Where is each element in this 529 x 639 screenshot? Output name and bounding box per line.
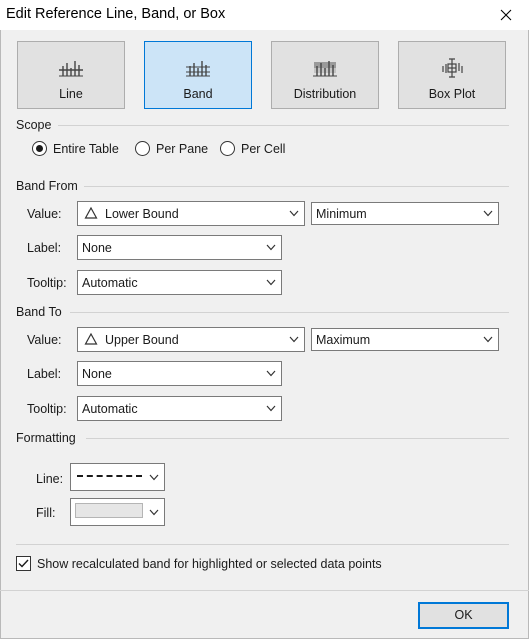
chevron-down-icon	[149, 474, 159, 481]
chevron-down-icon	[266, 244, 276, 251]
reference-distribution-icon	[313, 61, 337, 77]
band-type-label: Band	[183, 87, 213, 101]
distribution-type-button[interactable]: Distribution	[271, 41, 379, 109]
reference-band-icon	[186, 61, 210, 77]
band-to-tooltip-label: Tooltip:	[27, 402, 67, 416]
formatting-divider	[86, 438, 509, 439]
close-button[interactable]	[483, 0, 529, 30]
distribution-type-label: Distribution	[293, 87, 357, 101]
ok-button[interactable]: OK	[418, 602, 509, 629]
chevron-down-icon	[149, 509, 159, 516]
checkbox-divider	[16, 544, 509, 545]
line-type-label: Line	[59, 87, 83, 101]
band-to-heading: Band To	[16, 305, 62, 319]
band-from-tooltip-label: Tooltip:	[27, 276, 67, 290]
parameter-delta-icon	[84, 206, 98, 219]
scope-per-cell-label: Per Cell	[241, 141, 286, 156]
band-from-value-label: Value:	[27, 207, 62, 221]
scope-entire-table-label: Entire Table	[53, 141, 119, 156]
band-to-divider	[70, 312, 509, 313]
checkmark-icon	[18, 559, 29, 568]
band-to-tooltip-text: Automatic	[82, 402, 138, 416]
band-to-label-select[interactable]: None	[77, 361, 282, 386]
band-to-value-select[interactable]: Upper Bound	[77, 327, 305, 352]
band-to-value-text: Upper Bound	[105, 333, 179, 347]
band-from-tooltip-text: Automatic	[82, 276, 138, 290]
band-to-tooltip-select[interactable]: Automatic	[77, 396, 282, 421]
band-from-value-text: Lower Bound	[105, 207, 179, 221]
line-style-label: Line:	[36, 472, 64, 486]
scope-per-cell-radio[interactable]: Per Cell	[220, 141, 285, 156]
chevron-down-icon	[289, 336, 299, 343]
band-to-label-label: Label:	[27, 367, 62, 381]
band-from-aggregation-text: Minimum	[316, 207, 367, 221]
window-title: Edit Reference Line, Band, or Box	[6, 6, 226, 22]
band-to-label-text: None	[82, 367, 112, 381]
band-type-button[interactable]: Band	[144, 41, 252, 109]
scope-heading: Scope	[16, 118, 52, 132]
fill-color-label: Fill:	[36, 506, 56, 520]
radio-indicator	[220, 141, 235, 156]
box-plot-icon	[442, 58, 463, 78]
formatting-heading: Formatting	[16, 431, 76, 445]
chevron-down-icon	[289, 210, 299, 217]
band-from-label-label: Label:	[27, 241, 62, 255]
chevron-down-icon	[266, 279, 276, 286]
band-from-label-select[interactable]: None	[77, 235, 282, 260]
chevron-down-icon	[483, 336, 493, 343]
scope-per-pane-radio[interactable]: Per Pane	[135, 141, 208, 156]
recalculated-band-checkbox[interactable]: Show recalculated band for highlighted o…	[16, 556, 382, 571]
band-from-value-select[interactable]: Lower Bound	[77, 201, 305, 226]
band-to-aggregation-select[interactable]: Maximum	[311, 328, 499, 351]
band-to-value-label: Value:	[27, 333, 62, 347]
box-plot-type-button[interactable]: Box Plot	[398, 41, 506, 109]
radio-selected-indicator	[32, 141, 47, 156]
footer-divider	[0, 590, 529, 591]
close-icon	[500, 9, 512, 21]
parameter-delta-icon	[84, 332, 98, 345]
fill-color-swatch	[75, 503, 143, 518]
radio-indicator	[135, 141, 150, 156]
fill-color-select[interactable]	[70, 498, 165, 526]
scope-per-pane-label: Per Pane	[156, 141, 209, 156]
band-from-divider	[84, 186, 509, 187]
chevron-down-icon	[266, 405, 276, 412]
band-from-heading: Band From	[16, 179, 78, 193]
dashed-line-preview	[77, 475, 142, 477]
band-to-aggregation-text: Maximum	[316, 333, 371, 347]
chevron-down-icon	[266, 370, 276, 377]
reference-line-icon	[59, 61, 83, 77]
scope-divider	[58, 125, 509, 126]
title-bar: Edit Reference Line, Band, or Box	[0, 0, 529, 30]
band-from-label-text: None	[82, 241, 112, 255]
line-type-button[interactable]: Line	[17, 41, 125, 109]
scope-entire-table-radio[interactable]: Entire Table	[32, 141, 119, 156]
line-style-select[interactable]	[70, 463, 165, 491]
recalculated-band-label: Show recalculated band for highlighted o…	[37, 556, 382, 571]
chevron-down-icon	[483, 210, 493, 217]
band-from-aggregation-select[interactable]: Minimum	[311, 202, 499, 225]
band-from-tooltip-select[interactable]: Automatic	[77, 270, 282, 295]
checkbox-box	[16, 556, 31, 571]
box-plot-type-label: Box Plot	[428, 87, 476, 101]
